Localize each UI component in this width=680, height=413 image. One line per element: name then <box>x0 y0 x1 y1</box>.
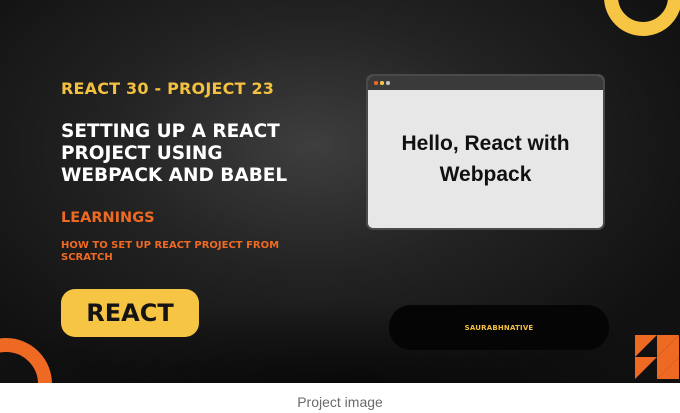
project-headline: SETTING UP A REACT PROJECT USING WEBPACK… <box>61 121 288 186</box>
react-badge-label: REACT <box>86 299 174 327</box>
window-dot-close-icon <box>374 81 378 85</box>
browser-window-mockup: Hello, React with Webpack <box>368 76 603 228</box>
decorative-ring-bottom <box>0 338 52 383</box>
browser-title-bar <box>368 76 603 90</box>
project-banner-image: REACT 30 - PROJECT 23 SETTING UP A REACT… <box>0 0 680 383</box>
learnings-text: HOW TO SET UP REACT PROJECT FROM SCRATCH <box>61 240 280 263</box>
react-badge: REACT <box>61 289 199 337</box>
author-pill: SAURABHNATIVE <box>389 305 609 350</box>
window-dot-minimize-icon <box>380 81 384 85</box>
window-dot-maximize-icon <box>386 81 390 85</box>
decorative-ring-top <box>604 0 680 36</box>
orange-geometric-logo-icon <box>635 335 679 379</box>
series-kicker: REACT 30 - PROJECT 23 <box>61 79 275 98</box>
image-caption: Project image <box>297 394 383 410</box>
browser-content-text: Hello, React with Webpack <box>401 132 570 186</box>
author-name: SAURABHNATIVE <box>464 323 534 332</box>
learnings-heading: LEARNINGS <box>61 210 155 226</box>
